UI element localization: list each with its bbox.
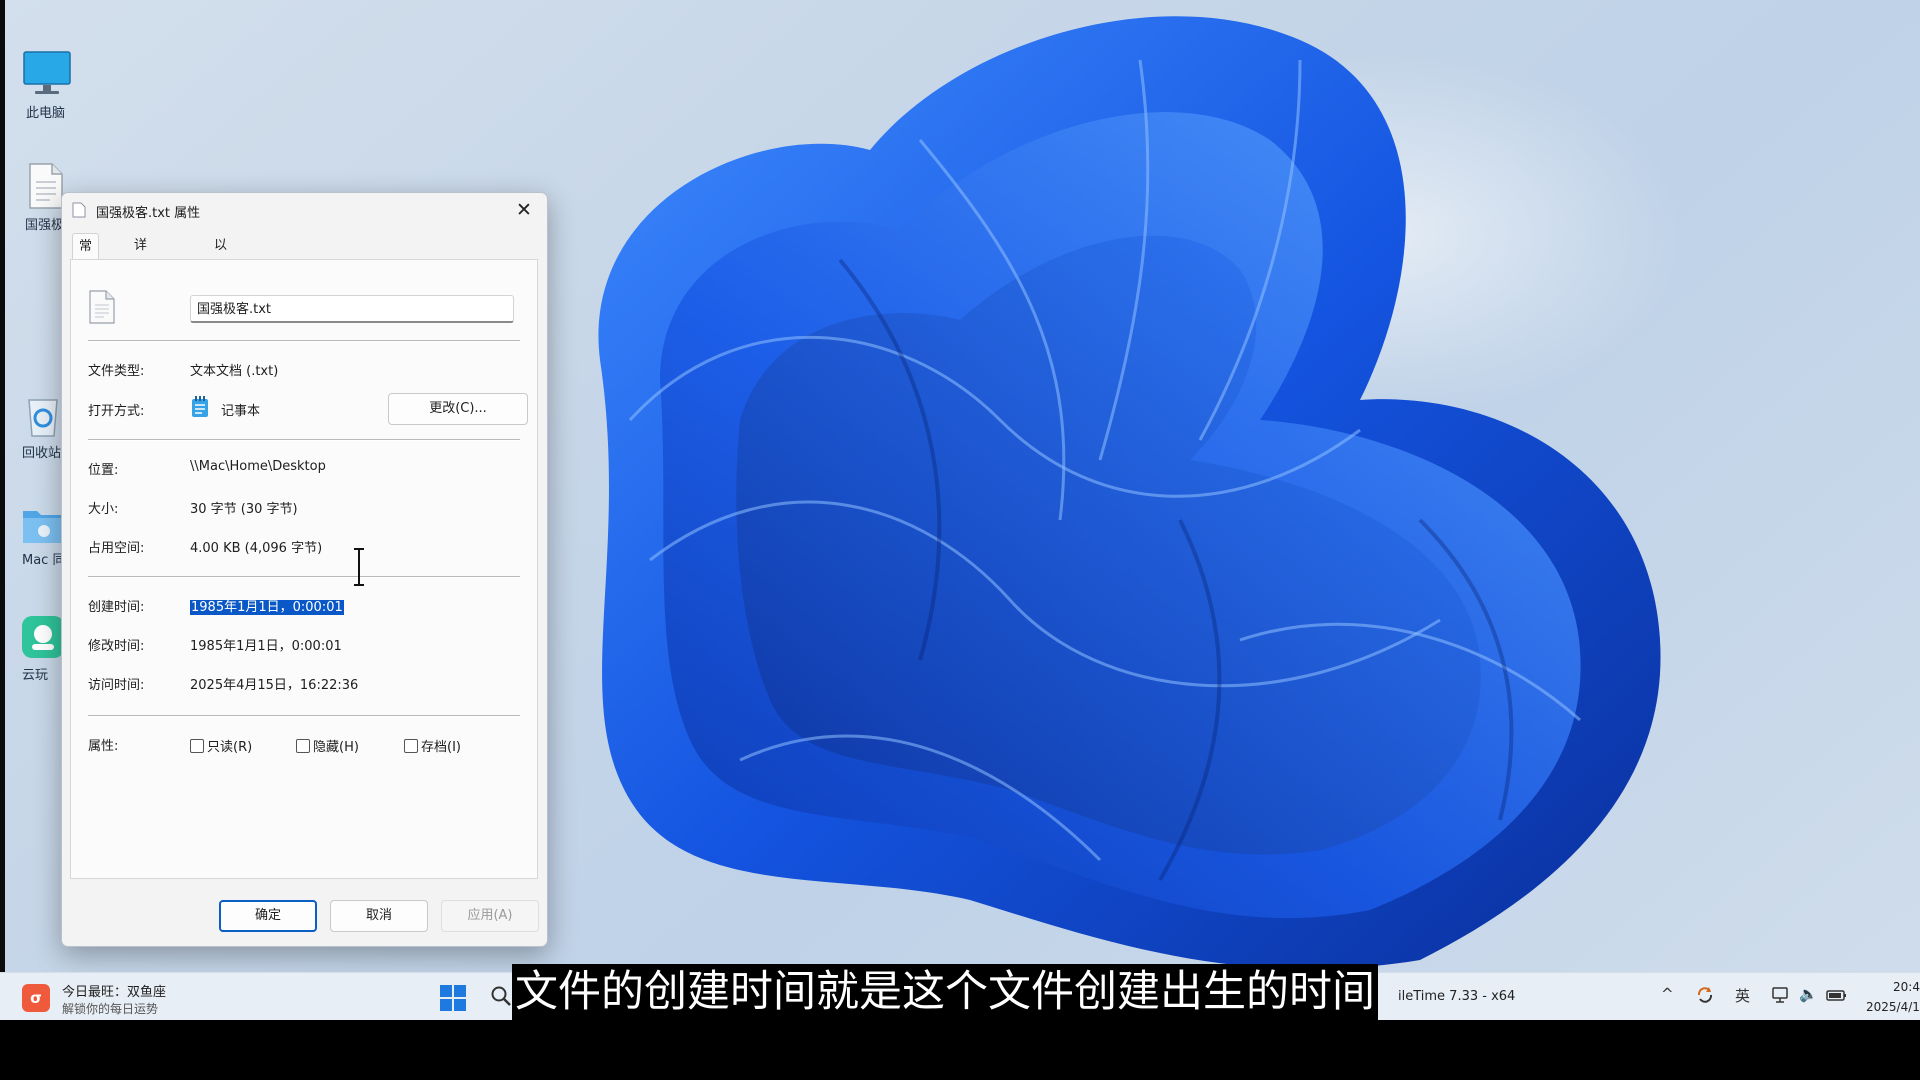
checkbox-box[interactable]: [190, 739, 204, 753]
modified-label: 修改时间:: [88, 639, 145, 654]
filename-input[interactable]: 国强极客.txt: [190, 295, 514, 323]
widget-title[interactable]: 今日最旺：双鱼座: [62, 981, 166, 1000]
checkbox-label: 存档(I): [421, 740, 461, 755]
size-value[interactable]: 30 字节 (30 字节): [190, 498, 298, 517]
file-type-value: 文本文档 (.txt): [190, 364, 279, 379]
disk-size-value[interactable]: 4.00 KB (4,096 字节): [190, 537, 322, 556]
tab-details[interactable]: 详细信息: [128, 233, 153, 331]
ime-indicator[interactable]: 英: [1735, 985, 1750, 1006]
tab-previous-versions[interactable]: 以前的版本: [208, 233, 233, 357]
desktop: 此电脑 国强极客 回收站 Mac 同 云玩 国强极客.txt 属性 ✕ 常 详 …: [0, 0, 1920, 1020]
general-tab-panel: 国强极客.txt 文件类型: 文本文档 (.txt) 打开方式: 记事本 更改(…: [70, 259, 538, 879]
widget-icon[interactable]: σ: [22, 984, 50, 1012]
modified-value[interactable]: 1985年1月1日，0:00:01: [190, 635, 342, 654]
text-file-icon: [29, 163, 63, 209]
cancel-button[interactable]: 取消: [330, 900, 428, 932]
clock-date[interactable]: 2025/4/1: [1866, 1000, 1920, 1014]
tab-general[interactable]: 常规: [72, 233, 100, 280]
divider: [88, 576, 520, 578]
divider: [88, 439, 520, 441]
disk-size-label: 占用空间:: [88, 541, 145, 556]
location-value[interactable]: \\Mac\Home\Desktop: [190, 459, 326, 474]
monitor-icon: [23, 51, 71, 94]
dialog-titlebar[interactable]: 国强极客.txt 属性 ✕: [62, 193, 547, 227]
desktop-icon-this-pc[interactable]: 此电脑: [9, 50, 85, 121]
hidden-checkbox[interactable]: 隐藏(H): [296, 736, 359, 755]
widget-subtitle[interactable]: 解锁你的每日运势: [62, 1000, 158, 1017]
checkbox-box[interactable]: [296, 739, 310, 753]
taskbar-app-label[interactable]: ileTime 7.33 - x64: [1398, 989, 1515, 1004]
checkbox-label: 隐藏(H): [313, 740, 359, 755]
archive-checkbox[interactable]: 存档(I): [404, 736, 461, 755]
search-icon[interactable]: [490, 985, 512, 1007]
clock-time[interactable]: 20:4: [1893, 980, 1920, 994]
text-cursor-icon: [354, 548, 364, 586]
text-file-icon: [89, 290, 115, 324]
created-value-selected-text[interactable]: 1985年1月1日，0:00:01: [190, 600, 344, 615]
desktop-icon-label: 此电脑: [26, 106, 66, 121]
desktop-icon-label: Mac 同: [22, 553, 66, 568]
desktop-icon-label: 回收站: [22, 446, 62, 461]
wallpaper-bloom: [598, 16, 1661, 970]
apply-button[interactable]: 应用(A): [441, 900, 539, 932]
notepad-icon: [192, 396, 208, 417]
dialog-title: 国强极客.txt 属性: [96, 206, 201, 221]
readonly-checkbox[interactable]: 只读(R): [190, 736, 252, 755]
created-label: 创建时间:: [88, 600, 145, 615]
volume-icon[interactable]: 🔈: [1799, 985, 1818, 1003]
video-subtitle: 文件的创建时间就是这个文件创建出生的时间: [512, 964, 1378, 1020]
open-with-label: 打开方式:: [88, 404, 145, 419]
close-button[interactable]: ✕: [501, 193, 547, 227]
file-type-label: 文件类型:: [88, 364, 145, 379]
text-file-icon: [72, 202, 86, 218]
checkbox-label: 只读(R): [207, 740, 253, 755]
divider: [88, 340, 520, 342]
desktop-icon-label: 云玩: [22, 668, 49, 683]
checkbox-box[interactable]: [404, 739, 418, 753]
battery-icon[interactable]: [1826, 985, 1848, 1005]
folder-icon: [23, 511, 63, 543]
properties-dialog: 国强极客.txt 属性 ✕ 常规 详细信息 以前的版本 国强极客.txt 文件类…: [61, 192, 548, 947]
divider: [88, 715, 520, 717]
accessed-label: 访问时间:: [88, 678, 145, 693]
recycle-bin-icon: [28, 399, 58, 437]
attributes-label: 属性:: [88, 739, 119, 754]
network-icon[interactable]: [1771, 985, 1791, 1005]
start-button[interactable]: [440, 985, 466, 1011]
change-button[interactable]: 更改(C)...: [388, 393, 528, 425]
size-label: 大小:: [88, 502, 119, 517]
app-icon: [22, 616, 64, 658]
open-with-value: 记事本: [221, 404, 261, 419]
tray-chevron-icon[interactable]: ^: [1661, 985, 1674, 1003]
location-label: 位置:: [88, 463, 119, 478]
sync-icon[interactable]: [1695, 985, 1715, 1005]
accessed-value[interactable]: 2025年4月15日，16:22:36: [190, 674, 358, 693]
created-value[interactable]: 1985年1月1日，0:00:01: [190, 596, 344, 615]
ok-button[interactable]: 确定: [219, 900, 317, 932]
